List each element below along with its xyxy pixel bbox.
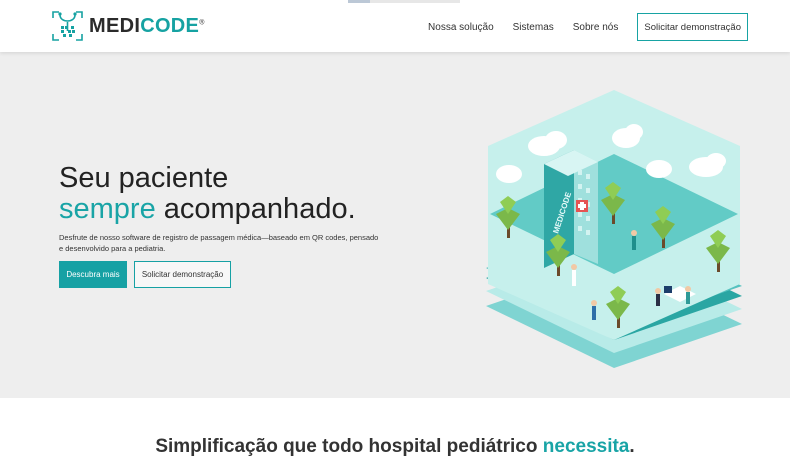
hero-title-rest: acompanhado. <box>155 193 356 225</box>
nav-link-sistemas[interactable]: Sistemas <box>513 22 554 33</box>
request-demo-button[interactable]: Solicitar demonstração <box>134 261 231 288</box>
brand-suffix: CODE <box>140 14 200 37</box>
header-demo-button[interactable]: Solicitar demonstração <box>637 13 748 41</box>
registered-mark: ® <box>199 18 205 26</box>
nav-link-nossa-solucao[interactable]: Nossa solução <box>428 22 494 33</box>
header-scroll-indicator <box>348 0 460 3</box>
section-headline-end: . <box>629 436 635 457</box>
hero-title: Seu paciente sempre acompanhado. <box>59 163 356 225</box>
section-headline-start: Simplificação que todo hospital pediátri… <box>155 436 543 457</box>
main-nav: Nossa solução Sistemas Sobre nós Solicit… <box>428 13 748 41</box>
top-header: MEDICODE® Nossa solução Sistemas Sobre n… <box>0 0 790 52</box>
section-headline: Simplificação que todo hospital pediátri… <box>0 436 790 458</box>
section-headline-accent: necessita <box>542 436 630 457</box>
hero-description: Desfrute de nosso software de registro d… <box>59 233 379 253</box>
hero-section: Seu paciente sempre acompanhado. Desfrut… <box>0 52 790 398</box>
brand-logo[interactable]: MEDICODE® <box>50 8 205 44</box>
hero-title-line1: Seu paciente <box>59 162 229 194</box>
medicode-qr-stethoscope-icon <box>52 11 83 41</box>
isometric-hospital-illustration: MEDICODE <box>486 90 742 368</box>
brand-prefix: MEDI <box>89 14 141 37</box>
nav-link-sobre-nos[interactable]: Sobre nós <box>573 22 619 33</box>
discover-more-button[interactable]: Descubra mais <box>59 261 127 288</box>
hero-title-accent: sempre <box>59 193 156 225</box>
brand-name: MEDICODE® <box>89 15 205 38</box>
